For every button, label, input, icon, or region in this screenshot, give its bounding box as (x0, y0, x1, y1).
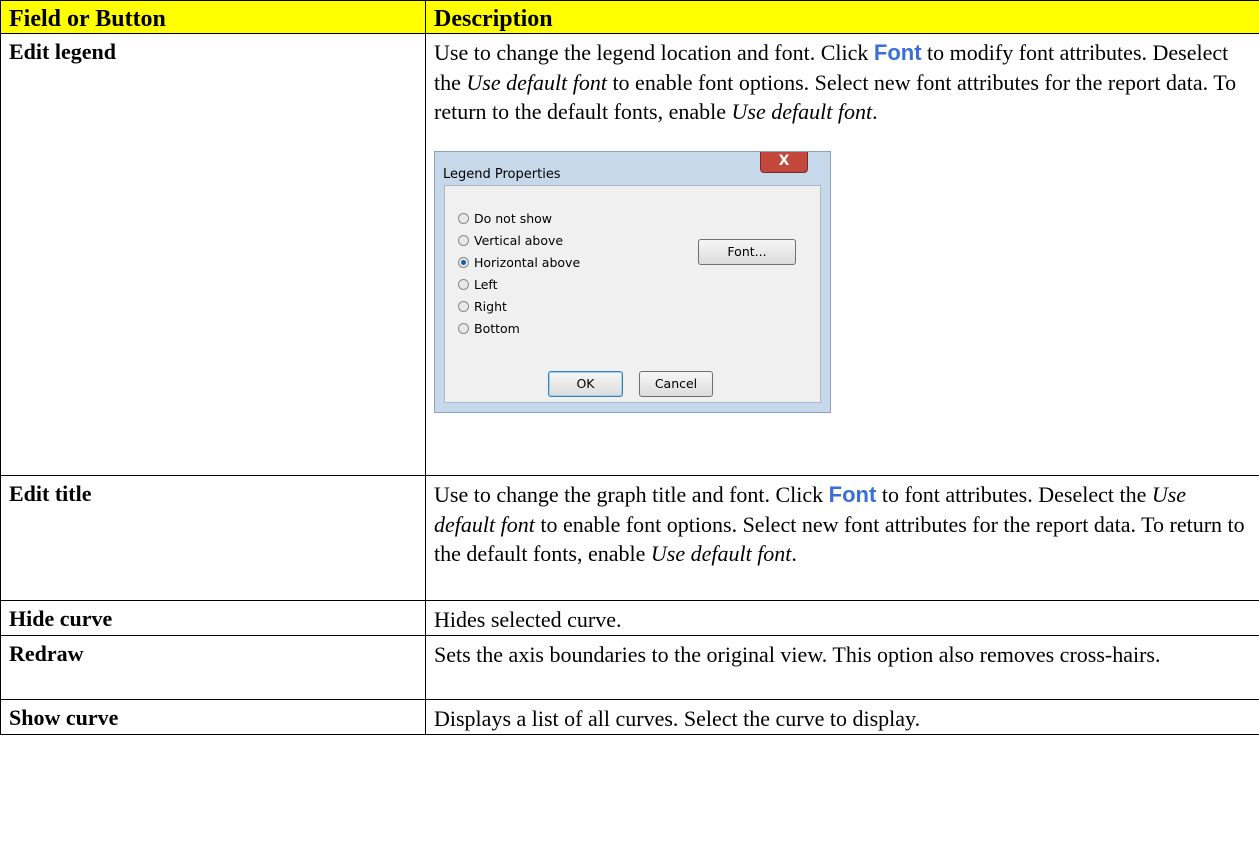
italic-text: Use default font (731, 99, 873, 124)
italic-text: Use default font (466, 69, 607, 95)
row-desc-hide-curve: Hides selected curve. (425, 600, 1259, 636)
text-part: Use to change the legend location and fo… (434, 40, 874, 65)
ok-button[interactable]: OK (548, 370, 623, 397)
radio-icon[interactable] (458, 323, 469, 334)
radio-icon[interactable] (458, 279, 469, 290)
font-keyword: Font (873, 40, 922, 65)
italic-text: Use default font (650, 541, 792, 566)
header-field-or-button: Field or Button (0, 0, 426, 34)
radio-icon[interactable] (458, 213, 469, 224)
legend-properties-dialog: Legend Properties X Do not show Vertical… (434, 150, 831, 413)
text-part: . (791, 541, 797, 566)
row-desc-show-curve: Displays a list of all curves. Select th… (425, 699, 1259, 735)
table-row: Redraw Sets the axis boundaries to the o… (0, 635, 1259, 700)
radio-icon[interactable] (458, 235, 469, 246)
text-part: Use to change the graph title and font. … (434, 482, 829, 507)
radio-bottom[interactable]: Bottom (458, 318, 580, 340)
row-desc-edit-title: Use to change the graph title and font. … (425, 475, 1259, 601)
description-text: Use to change the legend location and fo… (434, 38, 1249, 127)
font-keyword: Font (828, 482, 877, 507)
table-row: Show curve Displays a list of all curves… (0, 699, 1259, 735)
header-description: Description (425, 0, 1259, 34)
row-name-redraw: Redraw (0, 635, 426, 700)
field-description-table: Field or Button Description Edit legend … (0, 0, 1259, 735)
radio-icon[interactable] (458, 301, 469, 312)
cancel-button[interactable]: Cancel (639, 370, 713, 397)
table-row: Edit legend Use to change the legend loc… (0, 33, 1259, 476)
row-name-edit-title: Edit title (0, 475, 426, 601)
table-header-row: Field or Button Description (0, 0, 1259, 34)
row-desc-edit-legend: Use to change the legend location and fo… (425, 33, 1259, 476)
row-name-edit-legend: Edit legend (0, 33, 426, 476)
row-name-show-curve: Show curve (0, 699, 426, 735)
row-name-hide-curve: Hide curve (0, 600, 426, 636)
table-row: Edit title Use to change the graph title… (0, 475, 1259, 601)
legend-position-radio-group: Do not show Vertical above Horizontal ab… (458, 208, 580, 340)
dialog-body: Do not show Vertical above Horizontal ab… (444, 184, 821, 403)
text-part: to font attributes. Deselect the (876, 482, 1152, 507)
text-part: . (872, 99, 878, 124)
table-row: Hide curve Hides selected curve. (0, 600, 1259, 636)
close-icon[interactable]: X (760, 151, 808, 173)
text-part: to enable font options. Select new font … (434, 511, 1245, 567)
radio-selected-icon[interactable] (458, 257, 469, 268)
radio-label: Bottom (474, 320, 520, 336)
row-desc-redraw: Sets the axis boundaries to the original… (425, 635, 1259, 700)
dialog-screenshot-wrap: Legend Properties X Do not show Vertical… (434, 127, 1249, 423)
font-button[interactable]: Font... (698, 238, 796, 265)
